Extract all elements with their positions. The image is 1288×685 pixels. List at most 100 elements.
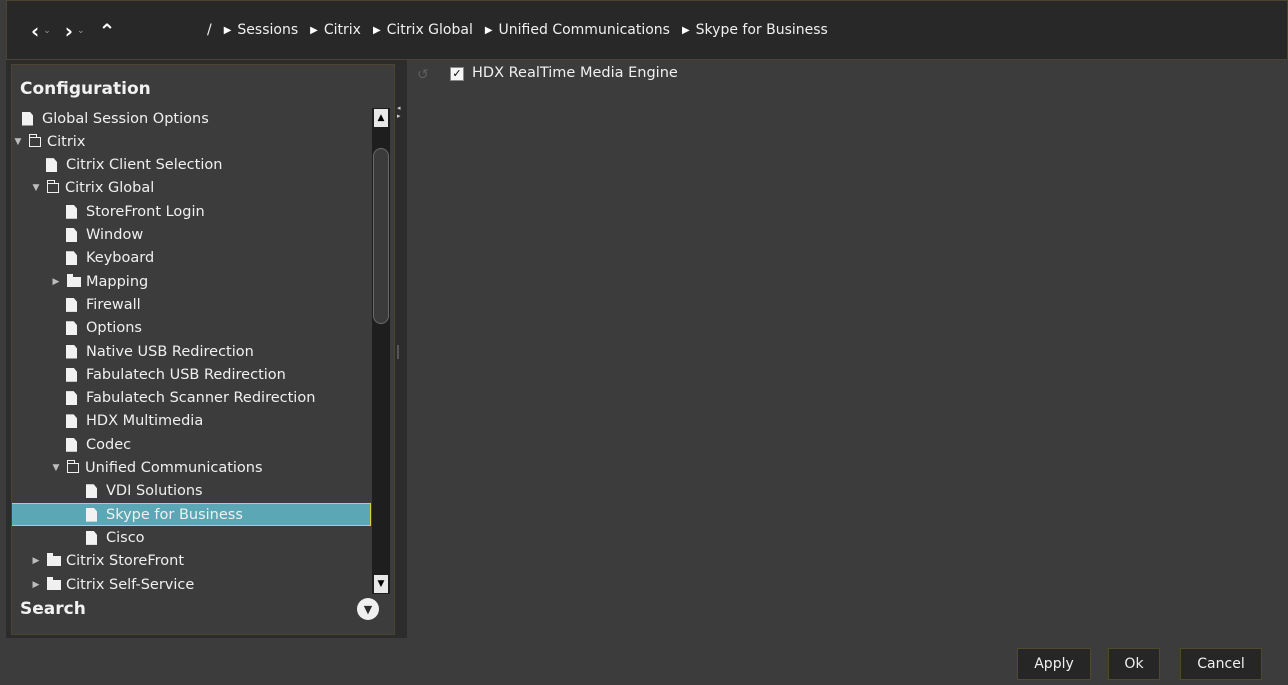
tree-item-label: StoreFront Login bbox=[86, 203, 205, 220]
breadcrumb-label: Citrix bbox=[323, 22, 361, 38]
reset-icon[interactable]: ↺ bbox=[417, 67, 429, 83]
configuration-tree: Global Session Options ▼ Citrix Citrix Clie… bbox=[12, 107, 372, 595]
expanded-arrow-icon[interactable]: ▼ bbox=[12, 137, 24, 147]
triangle-right-icon: ▶ bbox=[223, 24, 232, 36]
tree-scrollbar[interactable]: ▲ ▼ bbox=[372, 108, 390, 594]
tree-item[interactable]: ▶ Mapping bbox=[12, 270, 372, 293]
document-icon bbox=[86, 530, 97, 545]
document-icon bbox=[66, 204, 77, 219]
tree-item[interactable]: Firewall bbox=[12, 293, 372, 316]
triangle-right-icon: ▶ bbox=[681, 24, 690, 36]
breadcrumb-item[interactable]: ▶ Citrix bbox=[310, 22, 361, 38]
collapsed-arrow-icon[interactable]: ▶ bbox=[30, 556, 42, 566]
tree-item[interactable]: HDX Multimedia bbox=[12, 410, 372, 433]
tree-item[interactable]: ▼ Unified Communications bbox=[12, 457, 372, 480]
tree-item[interactable]: ▶ Citrix Self-Service bbox=[12, 573, 372, 595]
document-icon bbox=[66, 297, 77, 312]
tree-item[interactable]: StoreFront Login bbox=[12, 200, 372, 223]
document-icon bbox=[66, 321, 77, 336]
expanded-arrow-icon[interactable]: ▼ bbox=[50, 463, 62, 473]
tree-item-label: Unified Communications bbox=[85, 460, 263, 476]
folder-icon bbox=[47, 576, 61, 590]
tree-item-label: Codec bbox=[86, 436, 132, 453]
search-section-label: Search bbox=[20, 599, 86, 619]
tree-item[interactable]: Native USB Redirection bbox=[12, 340, 372, 363]
tree-item-label: Firewall bbox=[86, 296, 141, 313]
tree-item[interactable]: VDI Solutions bbox=[12, 480, 372, 503]
forward-button[interactable]: › ⌄ bbox=[65, 21, 85, 41]
document-icon bbox=[66, 367, 77, 382]
triangle-right-icon: ▶ bbox=[310, 24, 318, 36]
folder-open-icon bbox=[46, 180, 59, 194]
tree-item-label: Global Session Options bbox=[42, 110, 209, 127]
tree-item-label: Citrix Global bbox=[65, 180, 155, 197]
folder-icon bbox=[67, 273, 81, 287]
tree-item-selected[interactable]: Skype for Business bbox=[12, 503, 371, 527]
breadcrumb-root[interactable]: / bbox=[207, 22, 212, 38]
scroll-down-icon[interactable]: ▼ bbox=[374, 575, 388, 593]
breadcrumb-item[interactable]: ▶ Skype for Business bbox=[682, 22, 828, 38]
tree-item[interactable]: Codec bbox=[12, 433, 372, 456]
tree-item-label: Citrix bbox=[47, 133, 86, 150]
chevron-left-icon: ‹ bbox=[31, 19, 40, 43]
triangle-right-icon: ▶ bbox=[372, 24, 381, 36]
tree-item[interactable]: Fabulatech USB Redirection bbox=[12, 363, 372, 386]
tree-item-label: Citrix Self-Service bbox=[66, 576, 195, 593]
document-icon bbox=[22, 111, 33, 126]
tree-item-label: Window bbox=[86, 227, 144, 243]
apply-button[interactable]: Apply bbox=[1017, 648, 1091, 680]
folder-open-icon bbox=[28, 133, 41, 147]
tree-item[interactable]: ▶ Citrix StoreFront bbox=[12, 550, 372, 573]
folder-open-icon bbox=[66, 460, 79, 473]
search-expand-button[interactable]: ▼ bbox=[357, 598, 379, 620]
hdx-realtime-checkbox[interactable]: ✓ bbox=[450, 67, 464, 81]
chevron-down-icon: ⌄ bbox=[77, 26, 85, 36]
tree-item[interactable]: Citrix Client Selection bbox=[12, 154, 372, 177]
document-icon bbox=[66, 414, 77, 429]
tree-item[interactable]: Window bbox=[12, 224, 372, 247]
tree-item-label: Keyboard bbox=[86, 250, 155, 267]
tree-item[interactable]: Fabulatech Scanner Redirection bbox=[12, 387, 372, 410]
folder-icon bbox=[47, 553, 61, 567]
tree-item-label: Native USB Redirection bbox=[86, 343, 254, 360]
panel-splitter[interactable] bbox=[397, 345, 399, 359]
tree-item-label: Fabulatech USB Redirection bbox=[86, 366, 286, 383]
tree-item-label: Citrix Client Selection bbox=[66, 157, 223, 174]
breadcrumb-item[interactable]: ▶ Citrix Global bbox=[373, 22, 473, 38]
breadcrumb-toolbar: ‹ ⌄ › ⌄ ⌃ / ▶ Sessions ▶ Citrix ▶ Citrix Gl… bbox=[6, 0, 1288, 60]
document-icon bbox=[86, 484, 97, 499]
tree-item-label: Skype for Business bbox=[106, 506, 243, 523]
collapsed-arrow-icon[interactable]: ▶ bbox=[30, 580, 42, 590]
triangle-right-icon: ▶ bbox=[484, 24, 493, 36]
breadcrumb-label: Citrix Global bbox=[386, 22, 473, 38]
tree-item[interactable]: Keyboard bbox=[12, 247, 372, 270]
breadcrumb-item[interactable]: ▶ Unified Communications bbox=[485, 22, 670, 38]
ok-button[interactable]: Ok bbox=[1108, 648, 1160, 680]
document-icon bbox=[46, 158, 57, 173]
tree-item-label: Options bbox=[86, 320, 142, 337]
tree-item[interactable]: ▼ Citrix Global bbox=[12, 177, 372, 200]
document-icon bbox=[66, 391, 77, 406]
cancel-button[interactable]: Cancel bbox=[1180, 648, 1262, 680]
up-button[interactable]: ⌃ bbox=[99, 21, 116, 41]
configuration-title: Configuration bbox=[20, 79, 151, 99]
expanded-arrow-icon[interactable]: ▼ bbox=[30, 183, 42, 193]
scrollbar-thumb[interactable] bbox=[373, 148, 389, 324]
tree-item-label: HDX Multimedia bbox=[86, 413, 204, 430]
collapsed-arrow-icon[interactable]: ▶ bbox=[50, 277, 62, 287]
hdx-realtime-label[interactable]: HDX RealTime Media Engine bbox=[472, 65, 678, 81]
tree-item[interactable]: ▼ Citrix bbox=[12, 130, 372, 153]
splitter-collapse-icon[interactable]: ◂ ▸ bbox=[397, 104, 401, 120]
document-icon bbox=[86, 507, 97, 522]
tree-item[interactable]: Cisco bbox=[12, 526, 372, 549]
document-icon bbox=[66, 344, 77, 359]
scroll-up-icon[interactable]: ▲ bbox=[374, 109, 388, 127]
breadcrumb-item[interactable]: ▶ Sessions bbox=[224, 22, 298, 38]
tree-item-label: VDI Solutions bbox=[106, 483, 203, 500]
tree-item[interactable]: Options bbox=[12, 317, 372, 340]
tree-item-label: Cisco bbox=[106, 529, 145, 546]
tree-item-label: Fabulatech Scanner Redirection bbox=[86, 390, 316, 407]
tree-item[interactable]: Global Session Options bbox=[12, 107, 372, 130]
breadcrumb-label: Skype for Business bbox=[695, 22, 828, 38]
back-button[interactable]: ‹ ⌄ bbox=[31, 21, 51, 41]
